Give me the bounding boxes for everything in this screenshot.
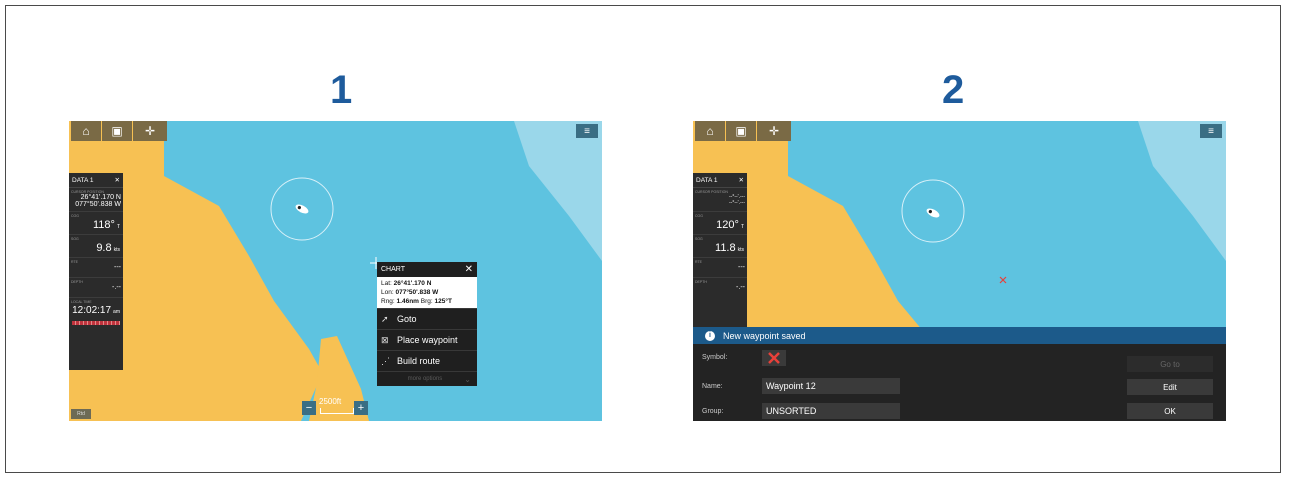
zoom-out-button[interactable]: − — [302, 401, 316, 415]
chart-popup-header: CHART ✕ — [377, 262, 477, 277]
place-waypoint-menu-item[interactable]: ⊠ Place waypoint — [377, 329, 477, 350]
crosshair-button-2[interactable]: ✛ — [757, 121, 791, 141]
zoom-in-button[interactable]: + — [354, 401, 368, 415]
info-icon: i — [705, 330, 715, 341]
rte-value-2: --- — [738, 264, 745, 271]
goto-button[interactable]: Go to — [1127, 356, 1213, 372]
corner-indicator[interactable]: Rtd — [71, 409, 91, 419]
chart-waypoint-icon: ▣ — [111, 124, 123, 138]
chart-context-menu[interactable]: CHART ✕ Lat: 26°41'.170 N Lon: 077°50'.8… — [377, 262, 477, 386]
scale-bar — [320, 408, 354, 414]
name-label: Name: — [702, 383, 723, 390]
notification-banner: i New waypoint saved — [693, 327, 1226, 344]
cursor-lon: 077°50'.838 W — [75, 201, 121, 208]
chart-popup-info: Lat: 26°41'.170 N Lon: 077°50'.838 W Rng… — [377, 277, 477, 308]
chevron-down-icon: ⌄ — [464, 374, 471, 384]
build-route-menu-item[interactable]: ⋰ Build route — [377, 350, 477, 371]
home-icon: ⌂ — [706, 124, 714, 138]
menu-icon: ≡ — [584, 125, 590, 137]
ok-button[interactable]: OK — [1127, 403, 1213, 419]
waypoint-symbol-x-icon — [768, 352, 780, 364]
crosshair-icon: ✛ — [768, 124, 780, 138]
data-panel[interactable]: DATA 1 ✕ CURSOR POSITION 26°41'.170 N 07… — [69, 173, 123, 370]
scale-label: 2500ft — [319, 397, 342, 406]
menu-button-2[interactable]: ≡ — [1200, 124, 1222, 138]
chart-popup-title: CHART — [381, 266, 405, 273]
step-number-2: 2 — [942, 68, 965, 112]
data-panel-close-icon[interactable]: ✕ — [739, 176, 744, 184]
waypoint-details-panel: Symbol: Name: Waypoint 12 Group: UNSORTE… — [693, 344, 1226, 421]
crosshair-icon: ✛ — [144, 124, 156, 138]
cog-value: 118° T — [93, 219, 120, 231]
data-panel-close-icon[interactable]: ✕ — [115, 176, 120, 184]
crosshair-button[interactable]: ✛ — [133, 121, 167, 141]
goto-icon: ➚ — [381, 313, 389, 324]
menu-button[interactable]: ≡ — [576, 124, 598, 138]
chart-screen-1[interactable]: ⌂ ▣ ✛ ≡ DATA 1 ✕ CURSOR POSITION 26°41'.… — [69, 121, 602, 421]
home-button-2[interactable]: ⌂ — [695, 121, 725, 141]
sog-value-2: 11.8 kts — [715, 242, 744, 254]
data-panel-2[interactable]: DATA 1 ✕ CURSOR POSITION --°--'.--- --°-… — [693, 173, 747, 327]
waypoint-name-field[interactable]: Waypoint 12 — [762, 378, 900, 394]
waypoint-group-field[interactable]: UNSORTED — [762, 403, 900, 419]
data-panel-header: DATA 1 ✕ — [69, 173, 123, 188]
sog-value: 9.8 kts — [96, 242, 120, 254]
more-options-button[interactable]: more options ⌄ — [377, 371, 477, 386]
group-label: Group: — [702, 408, 724, 415]
goto-menu-item[interactable]: ➚ Goto — [377, 308, 477, 329]
depth-value: -.-- — [112, 284, 121, 291]
data-panel-header-2: DATA 1 ✕ — [693, 173, 747, 188]
chart-waypoint-button[interactable]: ▣ — [102, 121, 132, 141]
menu-icon: ≡ — [1208, 125, 1214, 137]
symbol-label: Symbol: — [702, 354, 728, 361]
cursor-lon-2: --°--'.--- — [729, 200, 745, 206]
time-progress-bar — [72, 321, 120, 325]
banner-text: New waypoint saved — [723, 330, 806, 341]
chart-screen-2[interactable]: ⌂ ▣ ✛ ≡ DATA 1 ✕ CURSOR POSITION --°--'.… — [693, 121, 1226, 421]
home-icon: ⌂ — [82, 124, 90, 138]
cog-value-2: 120° T — [716, 219, 744, 231]
data-panel-title: DATA 1 — [72, 176, 94, 184]
data-panel-title-2: DATA 1 — [696, 176, 718, 184]
place-waypoint-icon: ⊠ — [381, 334, 389, 345]
chart-popup-close-icon[interactable]: ✕ — [465, 264, 473, 275]
nautical-chart-map[interactable] — [69, 121, 602, 421]
chart-waypoint-button-2[interactable]: ▣ — [726, 121, 756, 141]
step-number-1: 1 — [330, 68, 353, 112]
waypoint-symbol-selector[interactable] — [762, 350, 786, 366]
cursor-lat: 26°41'.170 N — [80, 194, 121, 201]
chart-waypoint-icon: ▣ — [735, 124, 747, 138]
edit-button[interactable]: Edit — [1127, 379, 1213, 395]
build-route-icon: ⋰ — [381, 355, 390, 366]
home-button[interactable]: ⌂ — [71, 121, 101, 141]
depth-value-2: -.-- — [736, 284, 745, 291]
rte-value: --- — [114, 264, 121, 271]
local-time-value: 12:02:17 am — [72, 305, 120, 316]
